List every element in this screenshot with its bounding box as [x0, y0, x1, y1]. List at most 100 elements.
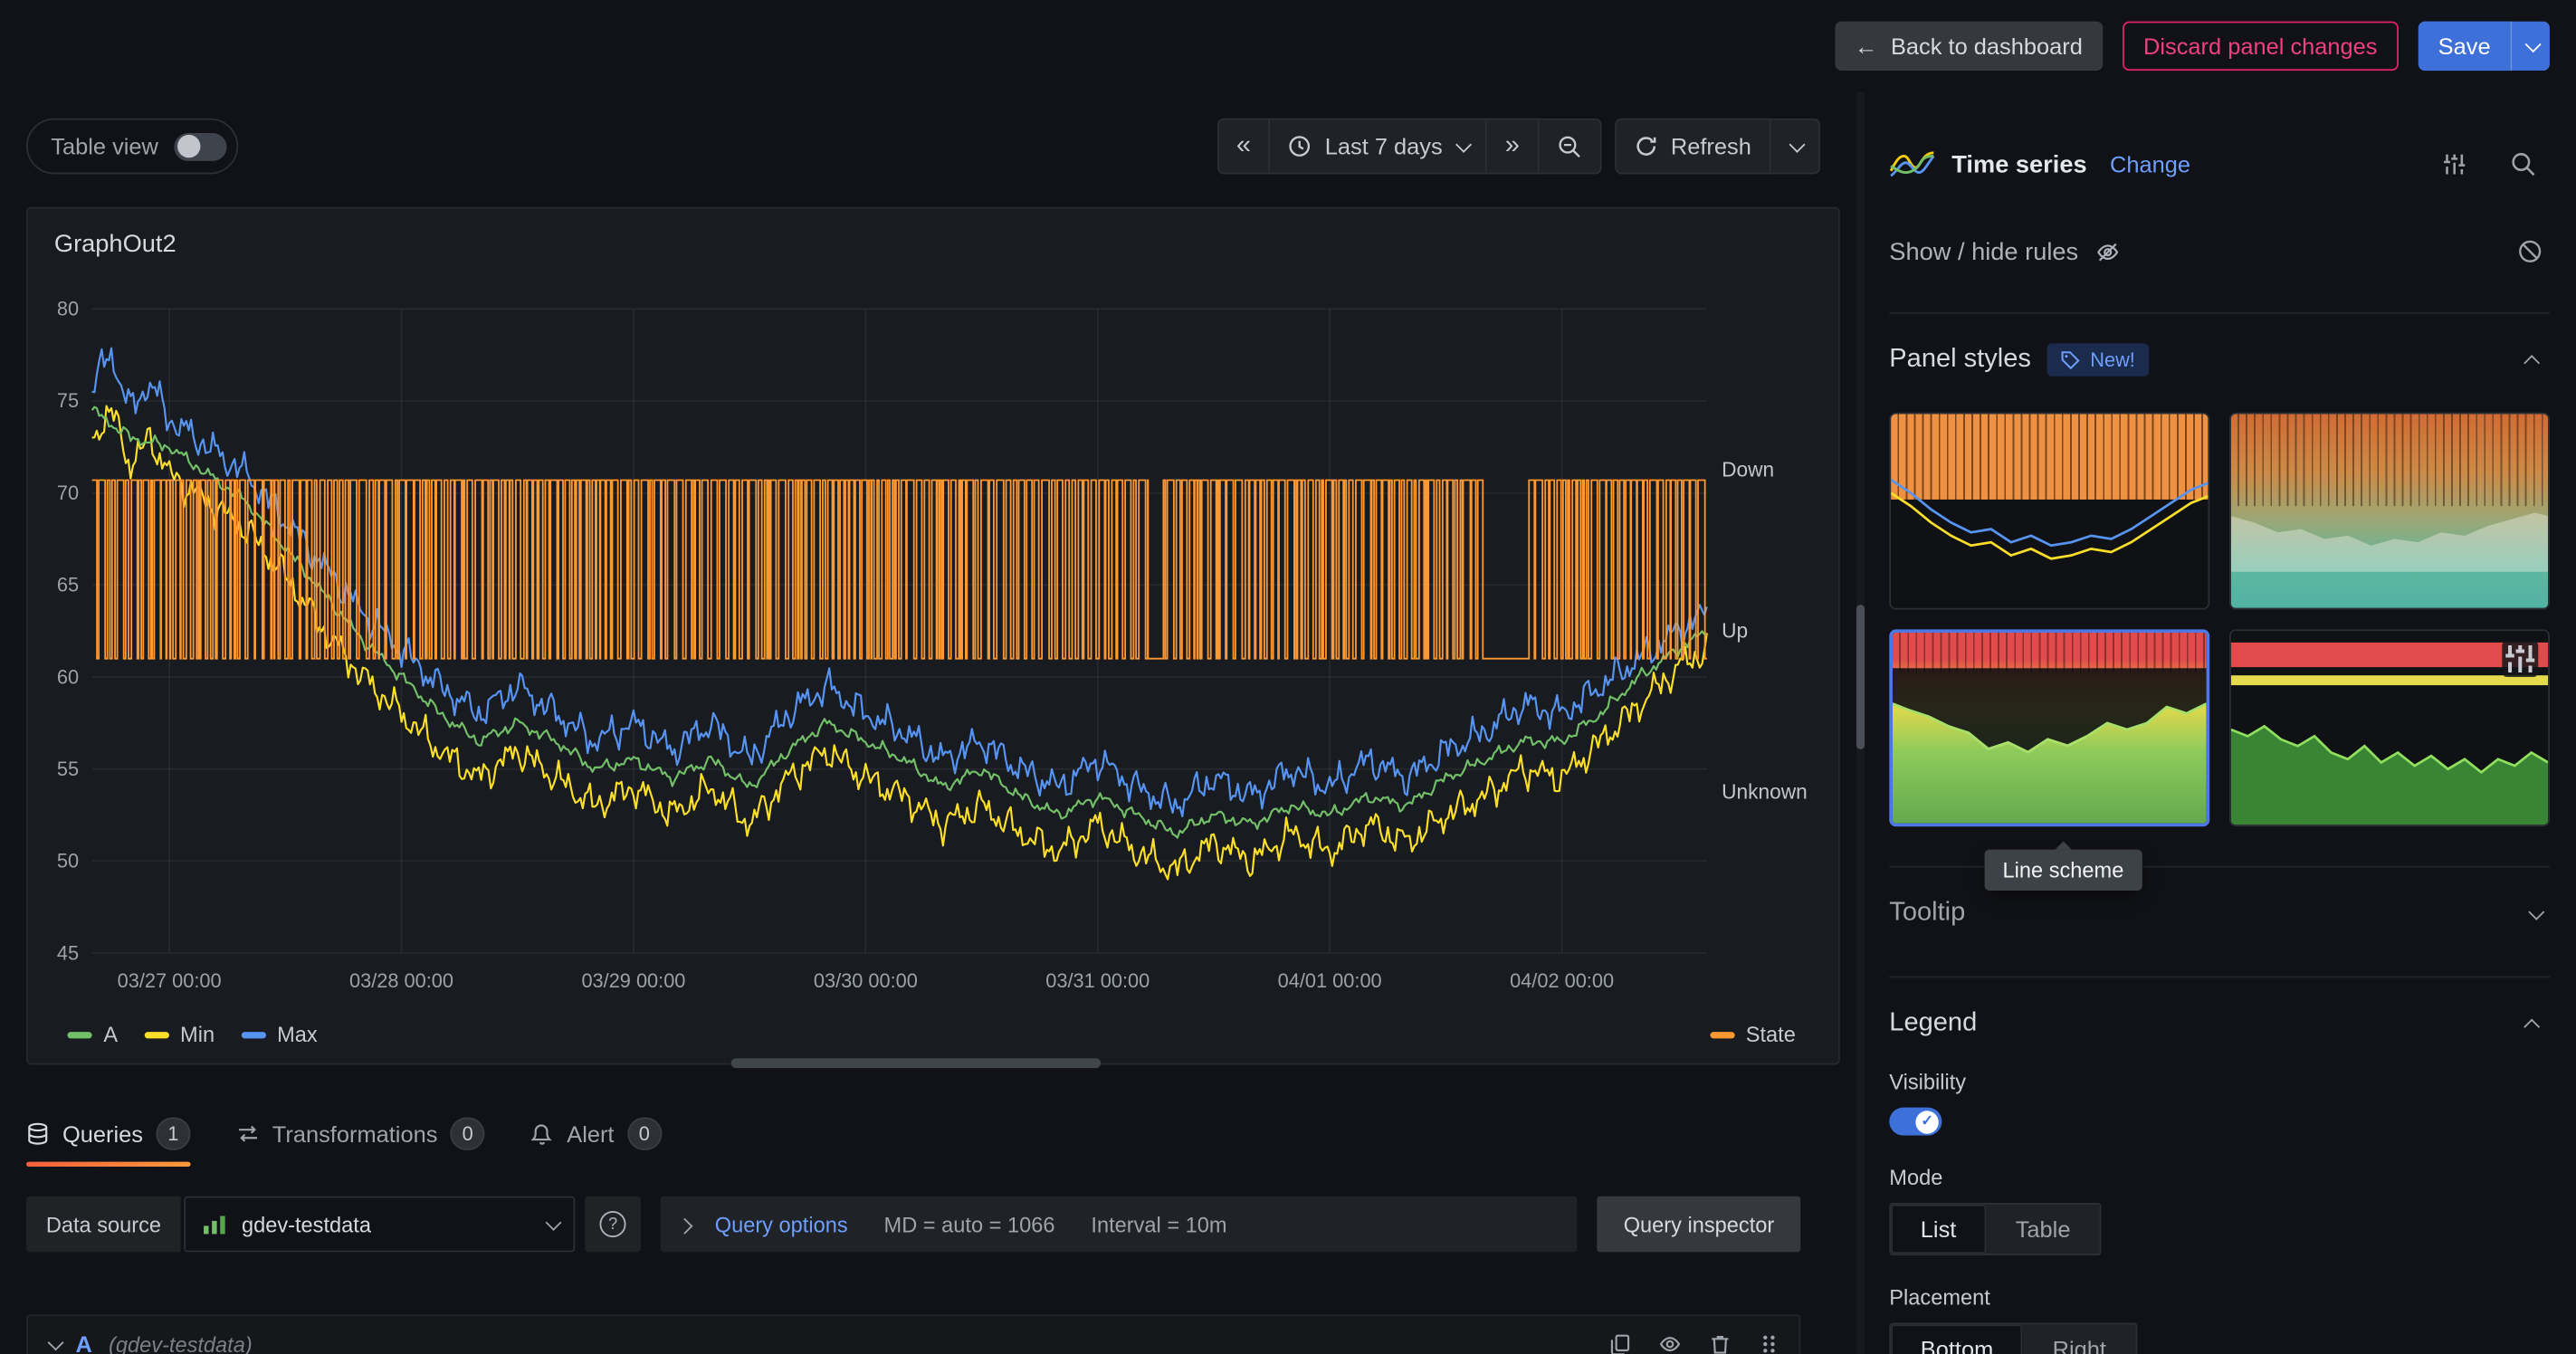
- legend-swatch: [144, 1031, 168, 1037]
- table-view-toggle-container: Table view: [26, 119, 239, 175]
- collapse-chevron-icon: [48, 1334, 64, 1350]
- query-row-header[interactable]: A (gdev-testdata): [26, 1314, 1800, 1354]
- new-badge: New!: [2047, 343, 2148, 376]
- legend-item[interactable]: Min: [144, 1022, 215, 1046]
- question-circle-icon: ?: [600, 1211, 626, 1237]
- thumb-area: [2231, 631, 2548, 825]
- sidebar-toolbar: [2441, 151, 2550, 177]
- chevron-down-icon: [2525, 35, 2542, 52]
- tab-alert[interactable]: Alert 0: [530, 1104, 661, 1163]
- chevron-up-icon: [2524, 1018, 2540, 1035]
- time-range-back-button[interactable]: «: [1216, 119, 1271, 175]
- mode-option-list[interactable]: List: [1891, 1205, 1986, 1254]
- editor-tabs: Queries 1 Transformations 0 Alert 0: [26, 1104, 662, 1163]
- legend-item[interactable]: State: [1710, 1022, 1796, 1046]
- style-tooltip: Line scheme: [1985, 850, 2142, 891]
- x-axis-tick-label: 03/29 00:00: [581, 969, 685, 992]
- tab-transformations[interactable]: Transformations 0: [236, 1104, 485, 1163]
- y-axis-tick-label: 60: [57, 665, 79, 688]
- chevron-down-icon: [1789, 136, 1806, 152]
- time-controls: « Last 7 days »: [1216, 119, 1820, 175]
- timeseries-panel: GraphOut2 807570656055504503/27 00:0003/…: [26, 207, 1840, 1065]
- chevron-down-icon: [2528, 903, 2544, 920]
- chevron-up-icon: [2524, 354, 2540, 370]
- legend-mode-group: List Table: [1889, 1203, 2102, 1255]
- placement-option-right[interactable]: Right: [2023, 1324, 2136, 1354]
- legend-visibility-switch[interactable]: ✓: [1889, 1108, 1942, 1136]
- tooltip-section-header[interactable]: Tooltip: [1889, 891, 2550, 937]
- time-range-label: Last 7 days: [1325, 133, 1443, 159]
- datasource-help-button[interactable]: ?: [585, 1197, 641, 1253]
- query-options-bar[interactable]: Query options MD = auto = 1066 Interval …: [661, 1197, 1578, 1253]
- tag-icon: [2061, 350, 2081, 370]
- tab-queries[interactable]: Queries 1: [26, 1104, 190, 1163]
- visualization-name: Time series: [1951, 150, 2086, 178]
- show-hide-rules-label: Show / hide rules: [1889, 237, 2078, 265]
- y-axis-tick-label: 70: [57, 482, 79, 504]
- save-options-button[interactable]: [2510, 22, 2550, 71]
- x-axis-tick-label: 03/27 00:00: [118, 969, 222, 992]
- panel-styles-header[interactable]: Panel styles New!: [1889, 337, 2550, 383]
- table-view-label: Table view: [51, 133, 158, 159]
- change-visualization-link[interactable]: Change: [2110, 151, 2190, 177]
- legend-swatch: [1710, 1031, 1734, 1037]
- time-picker-group: « Last 7 days »: [1216, 119, 1601, 175]
- panel-style-option-1[interactable]: [1889, 413, 2209, 610]
- legend-swatch: [67, 1031, 91, 1037]
- back-to-dashboard-label: Back to dashboard: [1891, 33, 2083, 59]
- bell-icon: [530, 1122, 553, 1145]
- double-chevron-left-icon: «: [1236, 133, 1251, 159]
- time-range-picker-button[interactable]: Last 7 days: [1271, 119, 1487, 175]
- tooltip-section-title: Tooltip: [1889, 899, 1965, 929]
- duplicate-query-icon[interactable]: [1608, 1332, 1631, 1354]
- hide-query-icon[interactable]: [1657, 1332, 1682, 1354]
- grafana-panel-editor: ← Back to dashboard Discard panel change…: [0, 0, 2576, 1354]
- timeseries-chart[interactable]: 807570656055504503/27 00:0003/28 00:0003…: [41, 278, 1828, 1011]
- y-axis-tick-label: 50: [57, 850, 79, 872]
- panel-style-grid: [1889, 413, 2550, 827]
- panel-style-option-2[interactable]: [2229, 413, 2550, 610]
- table-view-switch[interactable]: [175, 132, 227, 160]
- placement-option-bottom[interactable]: Bottom: [1891, 1324, 2023, 1354]
- refresh-interval-button[interactable]: [1771, 119, 1820, 175]
- ban-circle-icon[interactable]: [2517, 238, 2550, 264]
- discard-panel-changes-button[interactable]: Discard panel changes: [2122, 22, 2399, 71]
- options-sidebar: Time series Change Show / hide rules: [1866, 92, 2576, 1354]
- style-settings-button[interactable]: [2502, 641, 2538, 677]
- legend-left-group: A Min Max: [67, 1022, 317, 1046]
- panel-style-option-4[interactable]: [2229, 629, 2550, 826]
- drag-handle-icon[interactable]: [1758, 1332, 1779, 1354]
- testdata-datasource-icon: [202, 1213, 228, 1235]
- panel-style-option-line-scheme[interactable]: [1889, 629, 2209, 826]
- visibility-label: Visibility: [1889, 1070, 2550, 1094]
- back-to-dashboard-button[interactable]: ← Back to dashboard: [1835, 22, 2102, 71]
- delete-query-icon[interactable]: [1709, 1332, 1732, 1354]
- search-icon[interactable]: [2510, 151, 2536, 177]
- show-hide-rules-row[interactable]: Show / hide rules: [1889, 230, 2550, 272]
- refresh-label: Refresh: [1671, 133, 1751, 159]
- zoom-out-icon: [1558, 134, 1582, 158]
- sliders-icon[interactable]: [2441, 151, 2467, 177]
- time-range-forward-button[interactable]: »: [1487, 119, 1540, 175]
- y-axis-tick-label: 80: [57, 298, 79, 320]
- clock-icon: [1289, 135, 1312, 157]
- query-inspector-button[interactable]: Query inspector: [1598, 1197, 1801, 1253]
- x-axis-tick-label: 03/28 00:00: [349, 969, 453, 992]
- datasource-picker[interactable]: gdev-testdata: [184, 1197, 575, 1253]
- save-button[interactable]: Save: [2419, 22, 2511, 71]
- vertical-scrollbar[interactable]: [1856, 605, 1865, 749]
- legend-section: Legend Visibility ✓ Mode List Table Plac…: [1889, 976, 2550, 1354]
- eye-slash-icon: [2094, 239, 2121, 263]
- horizontal-scrollbar[interactable]: [731, 1058, 1101, 1068]
- mode-option-table[interactable]: Table: [1986, 1205, 2100, 1254]
- thumb-area: [2231, 415, 2548, 608]
- legend-section-header[interactable]: Legend: [1889, 1001, 2550, 1047]
- y-axis-tick-label: 75: [57, 389, 79, 412]
- legend-item[interactable]: A: [67, 1022, 118, 1046]
- legend-item[interactable]: Max: [241, 1022, 318, 1046]
- back-arrow-icon: ←: [1855, 33, 1877, 59]
- x-axis-tick-label: 03/31 00:00: [1045, 969, 1150, 992]
- zoom-out-time-button[interactable]: [1540, 119, 1602, 175]
- refresh-button[interactable]: Refresh: [1615, 119, 1770, 175]
- timeseries-viz-icon: [1889, 149, 1935, 179]
